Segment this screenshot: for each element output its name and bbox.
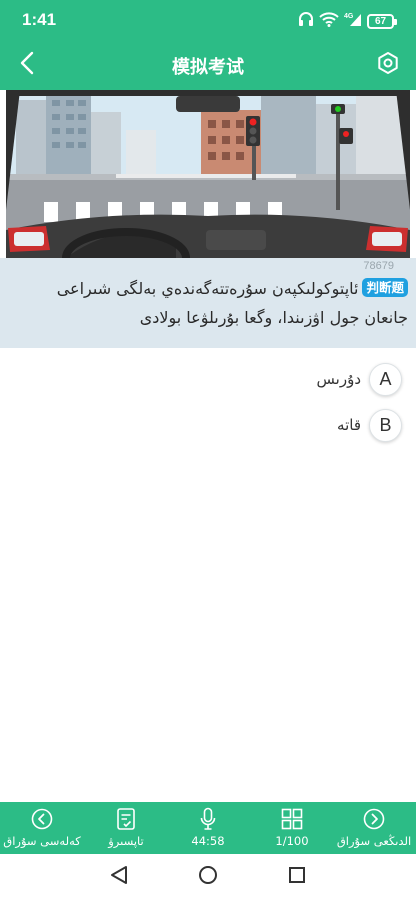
submit-label: تاپسىرۋ bbox=[108, 834, 144, 848]
system-back-button[interactable] bbox=[108, 866, 130, 888]
next-question-button[interactable]: كەلەسى سۇراق bbox=[0, 806, 84, 848]
timer-button[interactable]: 44:58 bbox=[166, 806, 250, 848]
question-grid-button[interactable]: 1/100 bbox=[250, 806, 334, 848]
status-icons: 4G 67 bbox=[298, 11, 397, 31]
question-panel: 78679 判断题ئاپتوكولىكپەن سۇرەتتەگەندەي بەل… bbox=[0, 258, 416, 348]
previous-question-button[interactable]: الدىڭعى سۇراق bbox=[332, 806, 416, 848]
question-image bbox=[6, 90, 410, 258]
headphones-icon bbox=[298, 11, 314, 31]
system-recents-button[interactable] bbox=[286, 866, 308, 888]
triangle-back-icon bbox=[110, 865, 128, 889]
status-bar: 1:41 4G 67 bbox=[0, 0, 416, 40]
question-type-badge: 判断题 bbox=[362, 278, 408, 297]
question-text-block: 判断题ئاپتوكولىكپەن سۇرەتتەگەندەي بەلگى شىر… bbox=[10, 274, 408, 332]
previous-question-label: الدىڭعى سۇراق bbox=[336, 834, 412, 848]
microphone-icon bbox=[199, 806, 217, 832]
next-question-label: كەلەسى سۇراق bbox=[3, 834, 81, 848]
signal-icon: 4G bbox=[344, 11, 362, 31]
option-b-letter: B bbox=[369, 408, 402, 442]
progress-label: 1/100 bbox=[275, 834, 309, 848]
option-b-label: قاتە bbox=[337, 416, 361, 434]
battery-icon: 67 bbox=[367, 13, 397, 29]
system-home-button[interactable] bbox=[197, 866, 219, 888]
app-bar: 模拟考试 bbox=[0, 40, 416, 90]
option-a-label: دۇرىس bbox=[316, 370, 361, 388]
system-navigation-bar bbox=[0, 854, 416, 900]
wifi-icon bbox=[319, 11, 339, 31]
status-time: 1:41 bbox=[22, 10, 57, 29]
chevron-right-circle-icon bbox=[363, 806, 385, 832]
page-title: 模拟考试 bbox=[172, 57, 244, 78]
question-id: 78679 bbox=[363, 260, 394, 272]
submit-document-icon bbox=[116, 806, 136, 832]
option-a-letter: A bbox=[369, 362, 402, 396]
bottom-toolbar: كەلەسى سۇراق تاپسىرۋ 44:58 1/100 الدىڭعى… bbox=[0, 802, 416, 854]
settings-hexagon-icon bbox=[376, 51, 400, 79]
settings-button[interactable] bbox=[372, 49, 404, 81]
timer-label: 44:58 bbox=[191, 834, 225, 848]
option-b[interactable]: قاتە B bbox=[337, 408, 402, 442]
submit-button[interactable]: تاپسىرۋ bbox=[84, 806, 168, 848]
square-recents-icon bbox=[288, 866, 306, 888]
network-type-label: 4G bbox=[344, 13, 354, 20]
circle-home-icon bbox=[198, 865, 218, 889]
chevron-left-circle-icon bbox=[31, 806, 53, 832]
question-text: ئاپتوكولىكپەن سۇرەتتەگەندەي بەلگى شىراعى… bbox=[56, 279, 408, 327]
grid-icon bbox=[281, 806, 303, 832]
option-a[interactable]: دۇرىس A bbox=[317, 362, 402, 396]
